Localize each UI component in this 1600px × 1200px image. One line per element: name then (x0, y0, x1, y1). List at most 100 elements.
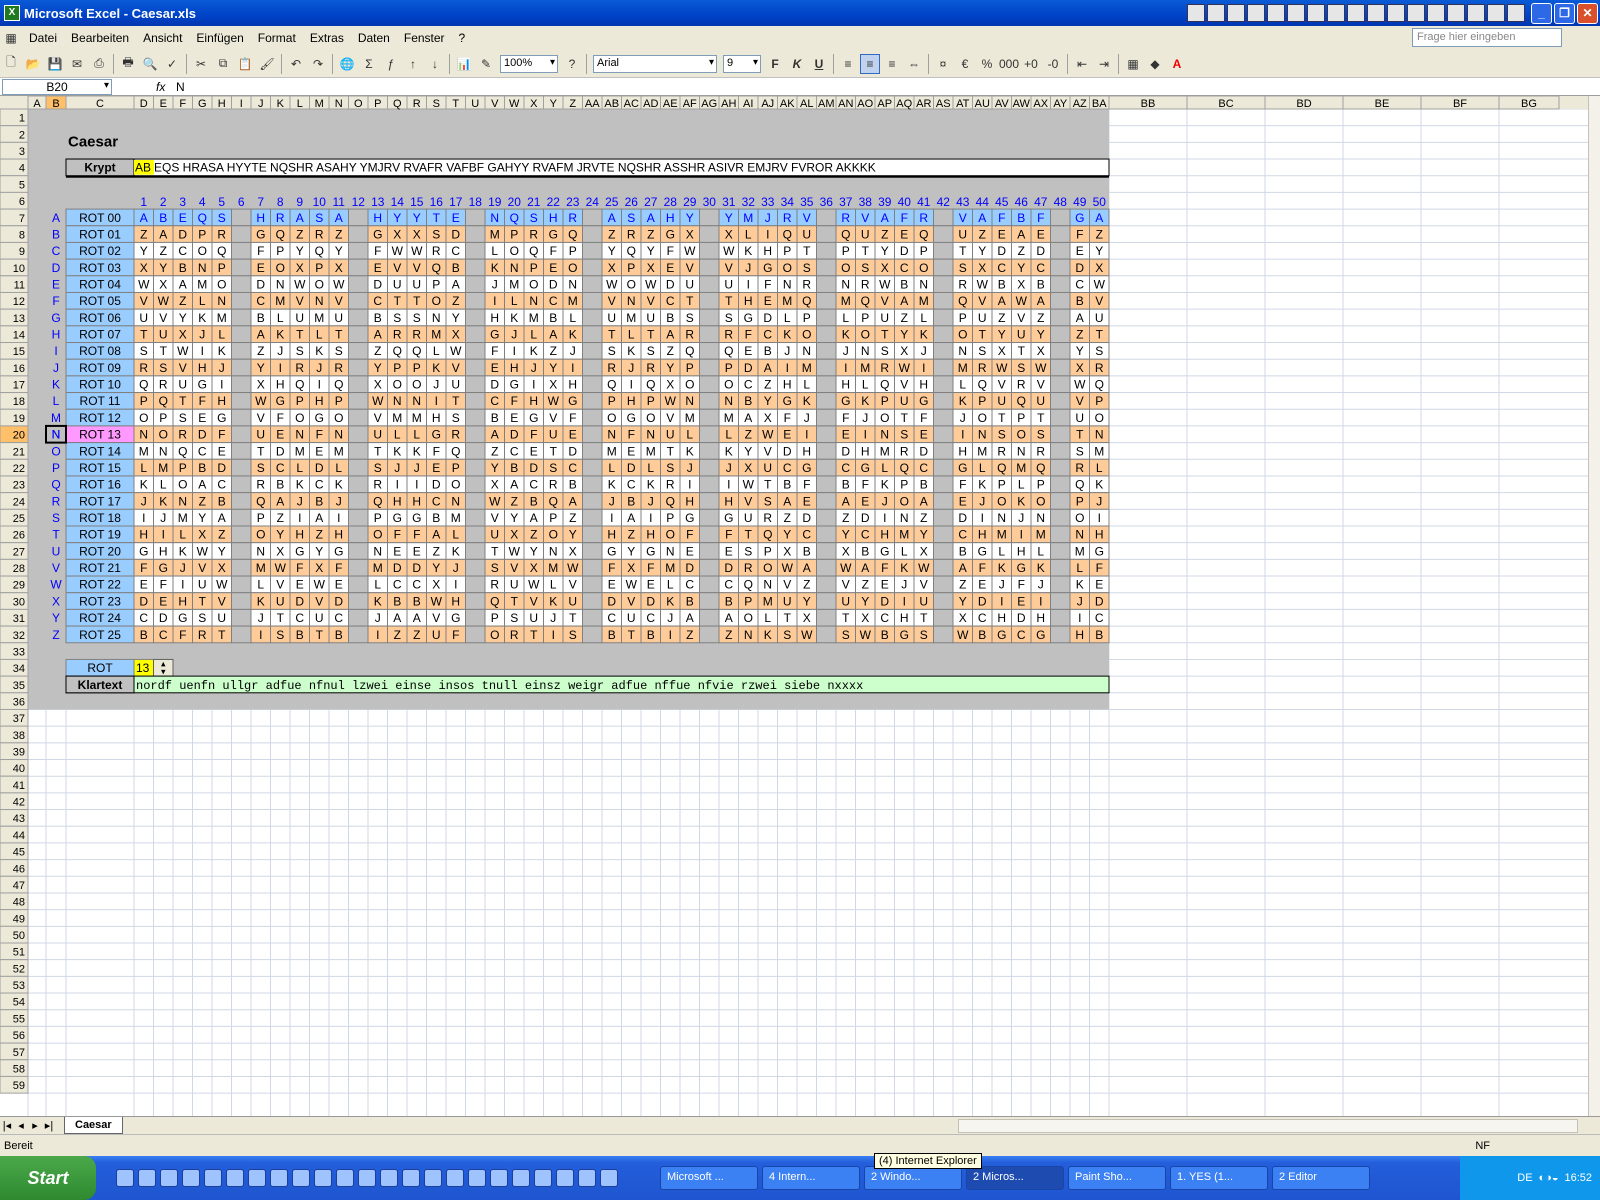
help-search-input[interactable]: Frage hier eingeben (1412, 28, 1562, 47)
chart-icon[interactable]: 📊 (454, 54, 474, 74)
underline-button[interactable]: U (809, 54, 829, 74)
app-icon[interactable] (1387, 4, 1405, 22)
app-icon[interactable] (424, 1169, 442, 1187)
new-icon[interactable]: 🗋 (1, 54, 21, 74)
save-icon[interactable]: 💾 (45, 54, 65, 74)
task-button[interactable]: 1. YES (1... (1170, 1166, 1268, 1190)
task-button[interactable]: Paint Sho... (1068, 1166, 1166, 1190)
menu-daten[interactable]: Daten (351, 31, 397, 45)
app-icon[interactable] (1427, 4, 1445, 22)
clock[interactable]: 16:52 (1564, 1172, 1592, 1184)
task-button[interactable]: 2 Editor (1272, 1166, 1370, 1190)
align-left-icon[interactable]: ≡ (838, 54, 858, 74)
app-icon[interactable] (116, 1169, 134, 1187)
menu-datei[interactable]: Datei (22, 31, 64, 45)
increase-indent-icon[interactable]: ⇥ (1094, 54, 1114, 74)
minimize-button[interactable]: _ (1531, 2, 1552, 24)
app-icon[interactable] (1287, 4, 1305, 22)
italic-button[interactable]: K (787, 54, 807, 74)
euro-icon[interactable]: € (955, 54, 975, 74)
app-icon[interactable] (160, 1169, 178, 1187)
font-size-select[interactable]: 9 (723, 54, 761, 73)
vertical-scrollbar[interactable] (1588, 96, 1600, 1116)
menu-fenster[interactable]: Fenster (397, 31, 452, 45)
prev-sheet-icon[interactable]: ◂ (14, 1119, 28, 1132)
worksheet-grid[interactable]: ABCDEFGHIJKLMNOPQRSTUVWXYZAAABACADAEAFAG… (0, 96, 1588, 1116)
task-button[interactable]: 2 Windo... (864, 1166, 962, 1190)
app-icon[interactable] (226, 1169, 244, 1187)
drawing-icon[interactable]: ✎ (476, 54, 496, 74)
app-icon[interactable] (336, 1169, 354, 1187)
currency-icon[interactable]: ¤ (933, 54, 953, 74)
decrease-indent-icon[interactable]: ⇤ (1072, 54, 1092, 74)
menu-einfuegen[interactable]: Einfügen (189, 31, 250, 45)
task-button[interactable]: Microsoft ... (660, 1166, 758, 1190)
help-icon[interactable]: ? (562, 54, 582, 74)
spelling-icon[interactable]: ✓ (162, 54, 182, 74)
app-icon[interactable] (314, 1169, 332, 1187)
next-sheet-icon[interactable]: ▸ (28, 1119, 42, 1132)
name-box[interactable]: B20 (2, 78, 112, 95)
app-icon[interactable] (248, 1169, 266, 1187)
app-icon[interactable] (270, 1169, 288, 1187)
app-icon[interactable] (1307, 4, 1325, 22)
sort-desc-icon[interactable]: ↓ (425, 54, 445, 74)
app-icon[interactable] (490, 1169, 508, 1187)
app-icon[interactable] (138, 1169, 156, 1187)
app-icon[interactable] (402, 1169, 420, 1187)
close-button[interactable]: ✕ (1577, 2, 1598, 24)
app-icon[interactable] (292, 1169, 310, 1187)
app-icon[interactable] (534, 1169, 552, 1187)
app-icon[interactable] (358, 1169, 376, 1187)
app-icon[interactable] (1407, 4, 1425, 22)
app-icon[interactable] (1247, 4, 1265, 22)
percent-icon[interactable]: % (977, 54, 997, 74)
menu-ansicht[interactable]: Ansicht (136, 31, 189, 45)
app-icon[interactable] (1347, 4, 1365, 22)
preview-icon[interactable]: 🔍 (140, 54, 160, 74)
align-center-icon[interactable]: ≡ (860, 53, 880, 74)
app-icon[interactable] (204, 1169, 222, 1187)
thousands-icon[interactable]: 000 (999, 54, 1019, 74)
last-sheet-icon[interactable]: ▸| (42, 1119, 56, 1132)
formula-input[interactable]: N (176, 80, 185, 94)
sheet-tab-caesar[interactable]: Caesar (64, 1117, 123, 1134)
app-icon[interactable] (1267, 4, 1285, 22)
tray-icons[interactable]: ◐◑◒ (1539, 1172, 1559, 1184)
app-icon[interactable] (380, 1169, 398, 1187)
app-icon[interactable] (1467, 4, 1485, 22)
app-icon[interactable] (1187, 4, 1205, 22)
workbook-icon[interactable]: ▦ (1, 28, 21, 48)
app-icon[interactable] (1447, 4, 1465, 22)
function-icon[interactable]: ƒ (381, 54, 401, 74)
app-icon[interactable] (182, 1169, 200, 1187)
app-icon[interactable] (1207, 4, 1225, 22)
app-icon[interactable] (468, 1169, 486, 1187)
task-button[interactable]: 4 Intern... (762, 1166, 860, 1190)
app-icon[interactable] (446, 1169, 464, 1187)
hyperlink-icon[interactable]: 🌐 (337, 54, 357, 74)
fill-color-icon[interactable]: ◆ (1145, 54, 1165, 74)
format-painter-icon[interactable]: 🖌 (257, 54, 277, 74)
paste-icon[interactable]: 📋 (235, 54, 255, 74)
restore-button[interactable]: ❐ (1554, 2, 1575, 24)
font-color-icon[interactable]: A (1167, 54, 1187, 74)
borders-icon[interactable]: ▦ (1123, 54, 1143, 74)
decrease-decimal-icon[interactable]: -0 (1043, 54, 1063, 74)
menu-format[interactable]: Format (251, 31, 303, 45)
menu-help[interactable]: ? (452, 31, 473, 45)
app-icon[interactable] (1227, 4, 1245, 22)
cut-icon[interactable]: ✂ (191, 54, 211, 74)
font-select[interactable]: Arial (593, 54, 717, 73)
print-preview-icon[interactable]: ⎙ (89, 54, 109, 74)
language-indicator[interactable]: DE (1517, 1172, 1532, 1184)
task-button[interactable]: 2 Micros... (966, 1166, 1064, 1190)
bold-button[interactable]: F (765, 54, 785, 74)
permission-icon[interactable]: ✉ (67, 54, 87, 74)
print-icon[interactable]: 🖶 (118, 54, 138, 74)
menu-extras[interactable]: Extras (303, 31, 351, 45)
zoom-select[interactable]: 100% (500, 54, 558, 73)
app-icon[interactable] (512, 1169, 530, 1187)
open-icon[interactable]: 📂 (23, 54, 43, 74)
increase-decimal-icon[interactable]: +0 (1021, 54, 1041, 74)
